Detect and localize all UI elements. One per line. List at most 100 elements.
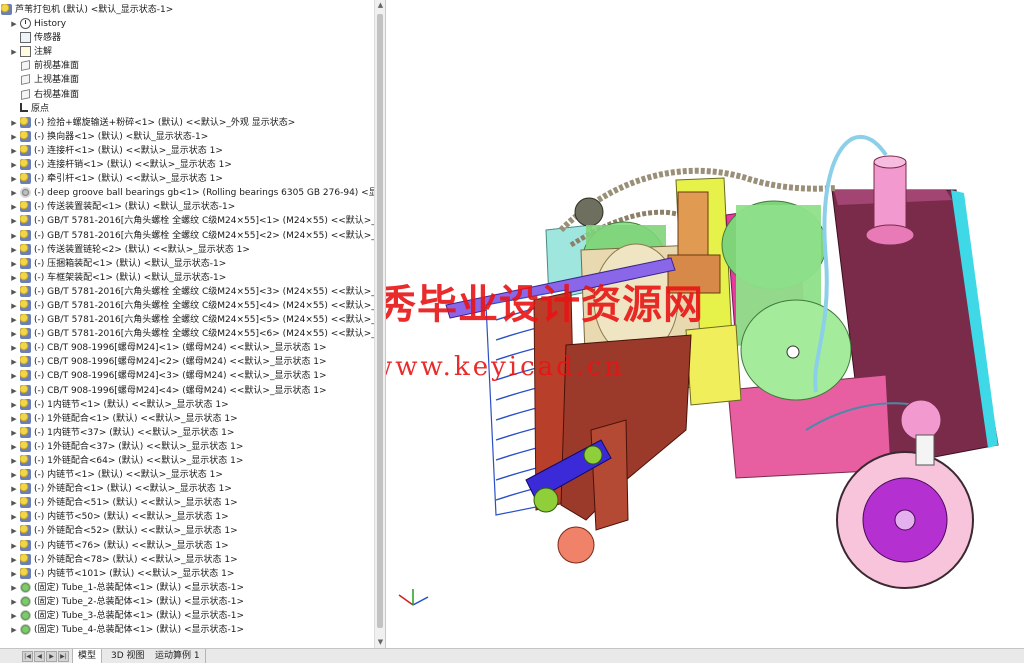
tree-item[interactable]: ▶ (-) 1外链配合<64> (默认) <<默认>_显示状态 1> (0, 454, 374, 468)
tree-item[interactable]: ▶前视基准面 (0, 59, 374, 73)
scroll-up-arrow-icon[interactable]: ▲ (375, 0, 385, 11)
expand-arrow-icon[interactable]: ▶ (9, 369, 19, 383)
expand-arrow-icon[interactable]: ▶ (9, 116, 19, 130)
expand-arrow-icon[interactable]: ▶ (9, 285, 19, 299)
expand-arrow-icon[interactable]: ▶ (9, 412, 19, 426)
expand-arrow-icon[interactable]: ▶ (9, 158, 19, 172)
tree-item[interactable]: ▶ (固定) Tube_3-总装配体<1> (默认) <显示状态-1> (0, 609, 374, 623)
tree-item[interactable]: ▶ 注解 (0, 45, 374, 59)
expand-arrow-icon[interactable]: ▶ (9, 144, 19, 158)
expand-arrow-icon[interactable]: ▶ (9, 271, 19, 285)
expand-arrow-icon[interactable]: ▶ (9, 496, 19, 510)
last-tab-arrow-icon[interactable]: ▶| (58, 651, 69, 662)
expand-arrow-icon[interactable]: ▶ (9, 468, 19, 482)
tree-item[interactable]: ▶ (-) 外链配合<51> (默认) <<默认>_显示状态 1> (0, 496, 374, 510)
expand-arrow-icon[interactable]: ▶ (9, 454, 19, 468)
3d-graphics-viewport[interactable]: 优秀毕业设计资源网 www.keyicad.cn (386, 0, 1024, 648)
tree-item[interactable]: ▶ (-) 外链配合<1> (默认) <<默认>_显示状态 1> (0, 482, 374, 496)
tree-item[interactable]: ▶ (-) GB/T 5781-2016[六角头螺栓 全螺纹 C级M24×55]<… (0, 285, 385, 299)
tree-item[interactable]: ▶ (-) CB/T 908-1996[螺母M24]<3> (螺母M24) <<默… (0, 369, 374, 383)
tree-item[interactable]: ▶传感器 (0, 31, 374, 45)
tree-item[interactable]: ▶ (-) CB/T 908-1996[螺母M24]<1> (螺母M24) <<默… (0, 341, 374, 355)
tree-item[interactable]: ▶ (固定) Tube_2-总装配体<1> (默认) <显示状态-1> (0, 595, 374, 609)
prev-tab-arrow-icon[interactable]: ◀ (34, 651, 45, 662)
expand-arrow-icon[interactable]: ▶ (9, 45, 19, 59)
expand-arrow-icon[interactable]: ▶ (9, 384, 19, 398)
scrollbar-thumb[interactable] (377, 14, 383, 628)
tree-item[interactable]: ▶ (-) GB/T 5781-2016[六角头螺栓 全螺纹 C级M24×55]<… (0, 313, 385, 327)
tree-vertical-scrollbar[interactable]: ▲ ▼ (374, 0, 385, 648)
expand-arrow-icon[interactable]: ▶ (9, 567, 19, 581)
tree-item-label: (-) 车框架装配<1> (默认) <默认_显示状态-1> (34, 272, 227, 283)
tree-item[interactable]: ▶ (-) 内链节<50> (默认) <<默认>_显示状态 1> (0, 510, 374, 524)
tree-item[interactable]: ▶ (-) 1外链配合<37> (默认) <<默认>_显示状态 1> (0, 440, 374, 454)
tree-item[interactable]: ▶ (-) 传送装置装配<1> (默认) <默认_显示状态-1> (0, 200, 374, 214)
view-tab[interactable]: 运动算例 1 (150, 649, 206, 663)
tree-item[interactable]: ▶ (-) 内链节<76> (默认) <<默认>_显示状态 1> (0, 539, 374, 553)
tree-item[interactable]: ▶上视基准面 (0, 73, 374, 87)
expand-arrow-icon[interactable]: ▶ (9, 510, 19, 524)
tree-item[interactable]: ▶ (-) 1内链节<37> (默认) <<默认>_显示状态 1> (0, 426, 374, 440)
expand-arrow-icon[interactable]: ▶ (9, 609, 19, 623)
expand-arrow-icon[interactable]: ▶ (9, 623, 19, 637)
tree-item[interactable]: ▶ (-) 1内链节<1> (默认) <<默认>_显示状态 1> (0, 398, 374, 412)
tree-item[interactable]: ▶ (-) 内链节<101> (默认) <<默认>_显示状态 1> (0, 567, 374, 581)
expand-arrow-icon[interactable]: ▶ (9, 355, 19, 369)
next-tab-arrow-icon[interactable]: ▶ (46, 651, 57, 662)
expand-arrow-icon[interactable]: ▶ (9, 257, 19, 271)
tree-root-item[interactable]: 芦苇打包机 (默认) <默认_显示状态-1> (0, 3, 374, 17)
tree-item[interactable]: ▶ (-) 1外链配合<1> (默认) <<默认>_显示状态 1> (0, 412, 374, 426)
expand-arrow-icon[interactable]: ▶ (9, 17, 19, 31)
assembly-icon (20, 116, 31, 128)
expand-arrow-icon[interactable]: ▶ (9, 313, 19, 327)
tree-item[interactable]: ▶原点 (0, 102, 374, 116)
fixed-icon (20, 581, 31, 593)
tree-item[interactable]: ▶ (-) deep groove ball bearings gb<1> (Ro… (0, 186, 385, 200)
expand-arrow-icon[interactable]: ▶ (9, 524, 19, 538)
expand-arrow-icon[interactable]: ▶ (9, 553, 19, 567)
expand-arrow-icon[interactable]: ▶ (9, 299, 19, 313)
tree-item[interactable]: ▶ (-) GB/T 5781-2016[六角头螺栓 全螺纹 C级M24×55]<… (0, 214, 385, 228)
tree-item[interactable]: ▶ (-) 连接杆销<1> (默认) <<默认>_显示状态 1> (0, 158, 374, 172)
tree-item[interactable]: ▶ (-) 外链配合<52> (默认) <<默认>_显示状态 1> (0, 524, 374, 538)
first-tab-arrow-icon[interactable]: |◀ (22, 651, 33, 662)
view-tab[interactable]: 3D 视图 (106, 649, 151, 663)
expand-arrow-icon[interactable]: ▶ (9, 581, 19, 595)
tree-item[interactable]: ▶ (-) 捡拾+螺旋输送+粉碎<1> (默认) <<默认>_外观 显示状态> (0, 116, 374, 130)
expand-arrow-icon[interactable]: ▶ (9, 200, 19, 214)
expand-arrow-icon[interactable]: ▶ (9, 426, 19, 440)
tree-item[interactable]: ▶ (-) 换向器<1> (默认) <默认_显示状态-1> (0, 130, 374, 144)
tree-item[interactable]: ▶ (-) CB/T 908-1996[螺母M24]<4> (螺母M24) <<默… (0, 384, 374, 398)
tree-item[interactable]: ▶ (-) 压捆箱装配<1> (默认) <默认_显示状态-1> (0, 257, 374, 271)
tree-item[interactable]: ▶ (-) 连接杆<1> (默认) <<默认>_显示状态 1> (0, 144, 374, 158)
expand-arrow-icon[interactable]: ▶ (9, 327, 19, 341)
expand-arrow-icon[interactable]: ▶ (9, 398, 19, 412)
expand-arrow-icon[interactable]: ▶ (9, 341, 19, 355)
expand-arrow-icon[interactable]: ▶ (9, 229, 19, 243)
tree-item[interactable]: ▶ (-) 传送装置链轮<2> (默认) <<默认>_显示状态 1> (0, 243, 374, 257)
expand-arrow-icon[interactable]: ▶ (9, 172, 19, 186)
expand-arrow-icon[interactable]: ▶ (9, 539, 19, 553)
expand-arrow-icon[interactable]: ▶ (9, 214, 19, 228)
scroll-down-arrow-icon[interactable]: ▼ (375, 637, 385, 648)
expand-arrow-icon[interactable]: ▶ (9, 440, 19, 454)
tree-item[interactable]: ▶右视基准面 (0, 88, 374, 102)
tree-item[interactable]: ▶ (-) GB/T 5781-2016[六角头螺栓 全螺纹 C级M24×55]<… (0, 299, 385, 313)
tree-item[interactable]: ▶ (-) CB/T 908-1996[螺母M24]<2> (螺母M24) <<默… (0, 355, 374, 369)
tree-item[interactable]: ▶ History (0, 17, 374, 31)
tree-item[interactable]: ▶ (-) 内链节<1> (默认) <<默认>_显示状态 1> (0, 468, 374, 482)
assembly-icon (20, 356, 31, 368)
tree-item[interactable]: ▶ (-) GB/T 5781-2016[六角头螺栓 全螺纹 C级M24×55]<… (0, 327, 385, 341)
view-tab[interactable]: 模型 (72, 649, 103, 663)
expand-arrow-icon[interactable]: ▶ (9, 130, 19, 144)
tree-item[interactable]: ▶ (-) GB/T 5781-2016[六角头螺栓 全螺纹 C级M24×55]<… (0, 229, 385, 243)
expand-arrow-icon[interactable]: ▶ (9, 482, 19, 496)
tree-item[interactable]: ▶ (-) 牵引杆<1> (默认) <<默认>_显示状态 1> (0, 172, 374, 186)
expand-arrow-icon[interactable]: ▶ (9, 243, 19, 257)
expand-arrow-icon[interactable]: ▶ (9, 595, 19, 609)
tree-item[interactable]: ▶ (固定) Tube_4-总装配体<1> (默认) <显示状态-1> (0, 623, 374, 637)
tree-item[interactable]: ▶ (固定) Tube_1-总装配体<1> (默认) <显示状态-1> (0, 581, 374, 595)
tree-item[interactable]: ▶ (-) 外链配合<78> (默认) <<默认>_显示状态 1> (0, 553, 374, 567)
expand-arrow-icon[interactable]: ▶ (9, 186, 19, 200)
tree-item[interactable]: ▶ (-) 车框架装配<1> (默认) <默认_显示状态-1> (0, 271, 374, 285)
